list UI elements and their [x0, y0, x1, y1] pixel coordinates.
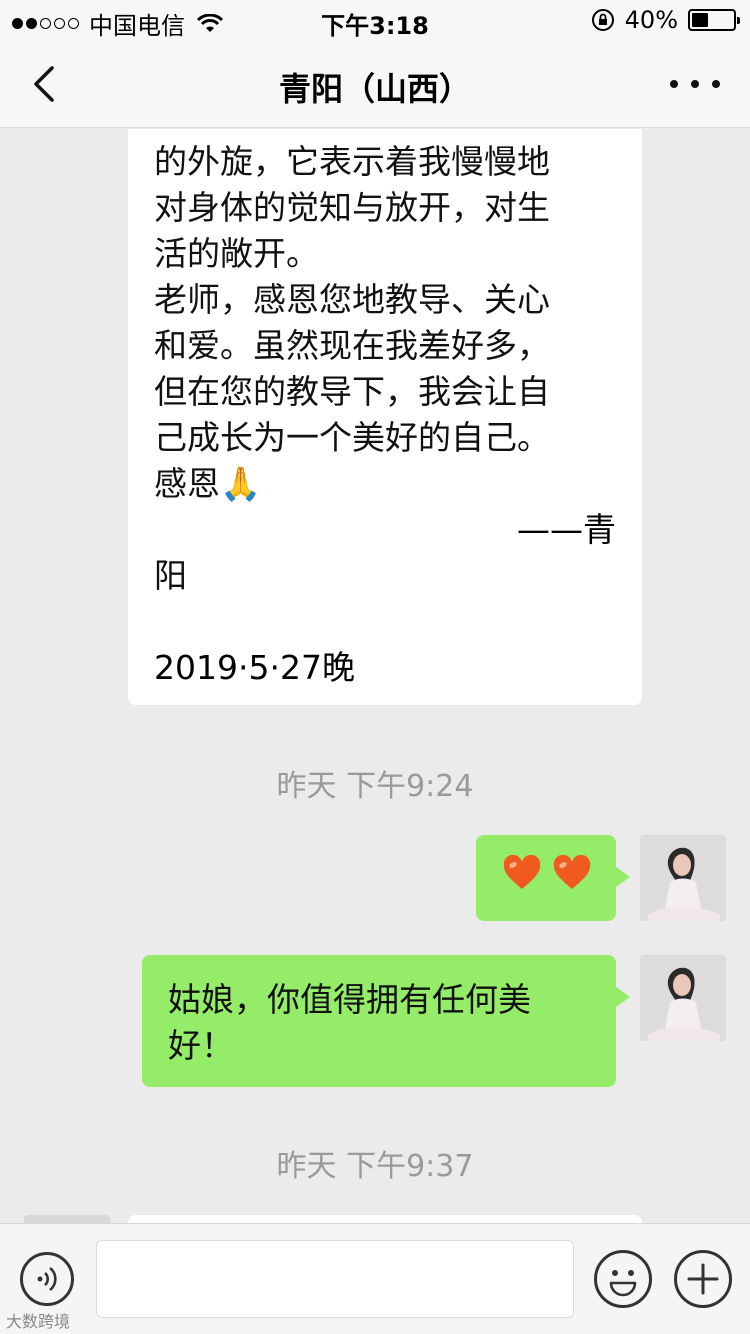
avatar[interactable]	[24, 1215, 110, 1223]
incoming-message-text: 的外旋，它表示着我慢慢地 对身体的觉知与放开，对生 活的敞开。 老师，感恩您地教…	[154, 142, 550, 503]
message-input[interactable]	[96, 1240, 574, 1318]
message-date: 2019·5·27晚	[154, 648, 355, 687]
battery-fill	[692, 13, 708, 27]
timestamp-1: 昨天 下午9:24	[276, 769, 474, 804]
hearts-emoji	[502, 855, 592, 891]
more-dots-icon[interactable]	[670, 62, 720, 106]
incoming-message-bubble[interactable]	[128, 1215, 642, 1223]
chat-title: 青阳（山西）	[278, 70, 471, 108]
outgoing-text-bubble[interactable]: 姑娘，你值得拥有任何美好！	[142, 955, 630, 1087]
incoming-message-bubble[interactable]: 的外旋，它表示着我慢慢地 对身体的觉知与放开，对生 活的敞开。 老师，感恩您地教…	[128, 129, 642, 705]
nav-bar: 青阳（山西）	[0, 40, 750, 128]
signature-line: ——青	[517, 510, 616, 549]
emoji-icon[interactable]	[594, 1250, 652, 1308]
battery-percent: 40%	[624, 6, 678, 34]
signature-name: 阳	[154, 556, 187, 595]
avatar[interactable]	[640, 835, 726, 921]
status-bar: 中国电信 下午3:18 40%	[0, 0, 750, 40]
input-bar: 大数跨境	[0, 1223, 750, 1334]
heart-icon	[553, 855, 591, 889]
chat-area[interactable]: 的外旋，它表示着我慢慢地 对身体的觉知与放开，对生 活的敞开。 老师，感恩您地教…	[0, 129, 750, 1223]
avatar[interactable]	[640, 955, 726, 1041]
status-right: 40%	[591, 6, 740, 34]
orientation-lock-icon	[591, 9, 614, 31]
watermark: 大数跨境	[6, 1312, 71, 1331]
outgoing-message-text: 姑娘，你值得拥有任何美好！	[168, 980, 531, 1065]
battery-icon	[688, 9, 740, 31]
timestamp-2: 昨天 下午9:37	[276, 1149, 474, 1184]
plus-icon[interactable]	[674, 1250, 732, 1308]
voice-icon[interactable]	[20, 1252, 74, 1306]
outgoing-hearts-bubble[interactable]	[476, 835, 630, 921]
heart-icon	[503, 855, 541, 889]
